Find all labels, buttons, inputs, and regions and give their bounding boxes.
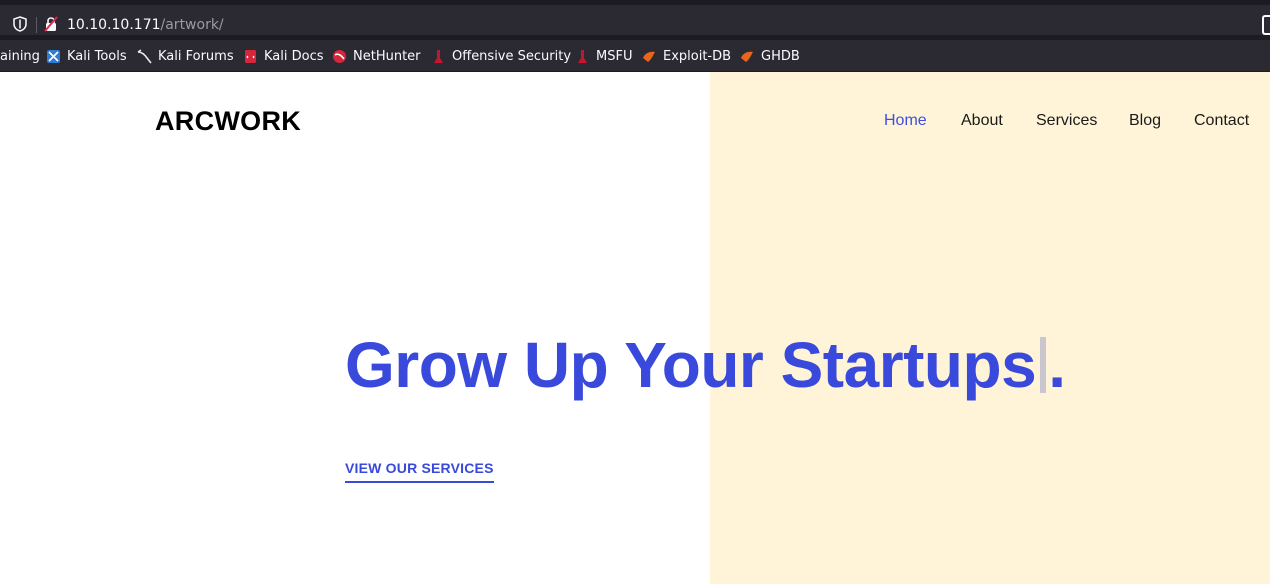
bookmark-label: MSFU bbox=[596, 49, 633, 64]
bookmark-ghdb[interactable]: GHDB bbox=[740, 48, 800, 65]
bookmark-label: Kali Tools bbox=[67, 49, 127, 64]
kali-tools-icon bbox=[47, 50, 60, 63]
kali-docs-icon bbox=[245, 50, 256, 63]
view-services-button[interactable]: VIEW OUR SERVICES bbox=[345, 460, 494, 483]
nav-about[interactable]: About bbox=[961, 112, 1003, 130]
nav-home[interactable]: Home bbox=[884, 112, 927, 130]
bookmark-kali-forums[interactable]: Kali Forums bbox=[137, 48, 234, 65]
reader-view-icon[interactable] bbox=[1262, 15, 1270, 35]
site-logo[interactable]: ARCWORK bbox=[155, 106, 301, 137]
bookmark-training[interactable]: aining bbox=[0, 48, 40, 65]
bookmark-label: aining bbox=[0, 49, 40, 64]
url-path: /artwork/ bbox=[160, 17, 224, 33]
bookmark-msfu[interactable]: MSFU bbox=[575, 48, 632, 65]
nav-contact[interactable]: Contact bbox=[1194, 112, 1249, 130]
bookmark-label: Exploit-DB bbox=[663, 49, 732, 64]
bookmark-nethunter[interactable]: NetHunter bbox=[332, 48, 421, 65]
insecure-lock-icon[interactable] bbox=[43, 16, 59, 32]
hero-headline-period: . bbox=[1048, 329, 1066, 401]
offsec-icon bbox=[578, 50, 587, 63]
url-host: 10.10.10.171 bbox=[67, 17, 161, 33]
bookmark-label: Kali Forums bbox=[158, 49, 234, 64]
exploitdb-icon bbox=[741, 51, 753, 62]
nav-services[interactable]: Services bbox=[1036, 112, 1097, 130]
bookmark-label: GHDB bbox=[761, 49, 800, 64]
url-text[interactable]: 10.10.10.171/artwork/ bbox=[67, 16, 224, 34]
bookmarks-toolbar: aining Kali Tools Kali Forums Kali Docs … bbox=[0, 40, 1270, 72]
bookmark-kali-tools[interactable]: Kali Tools bbox=[46, 48, 127, 65]
bookmark-offensive-security[interactable]: Offensive Security bbox=[431, 48, 571, 65]
nethunter-icon bbox=[333, 50, 346, 63]
hero-headline: Grow Up Your Startups. bbox=[345, 327, 1066, 403]
bookmark-label: NetHunter bbox=[353, 49, 421, 64]
web-page: ARCWORK Home About Services Blog Contact… bbox=[0, 72, 1270, 584]
url-separator bbox=[36, 17, 37, 33]
url-bar[interactable]: 10.10.10.171/artwork/ bbox=[0, 5, 1270, 35]
tracking-shield-icon[interactable] bbox=[13, 16, 27, 32]
exploitdb-icon bbox=[643, 51, 655, 62]
bookmark-exploit-db[interactable]: Exploit-DB bbox=[642, 48, 731, 65]
browser-toolbar: 10.10.10.171/artwork/ bbox=[0, 0, 1270, 40]
offsec-icon bbox=[434, 50, 443, 63]
bookmark-kali-docs[interactable]: Kali Docs bbox=[243, 48, 324, 65]
bookmark-label: Offensive Security bbox=[452, 49, 572, 64]
kali-dragon-icon bbox=[137, 49, 152, 64]
nav-blog[interactable]: Blog bbox=[1129, 112, 1161, 130]
hero-headline-text: Grow Up Your Startups bbox=[345, 329, 1037, 401]
typing-cursor bbox=[1040, 337, 1047, 393]
bookmark-label: Kali Docs bbox=[264, 49, 324, 64]
